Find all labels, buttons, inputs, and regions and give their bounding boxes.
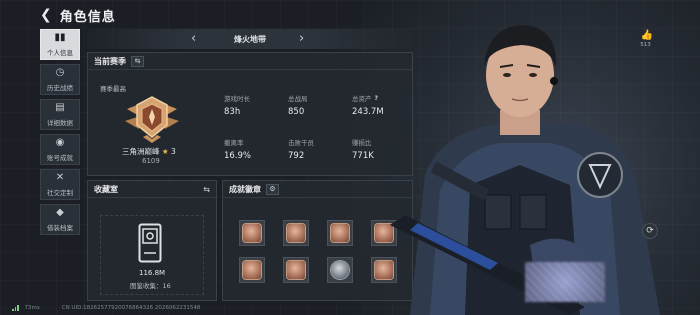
nav-item-history[interactable]: ◷ 历史战绩 xyxy=(40,64,80,95)
stat-label: 撤离率 xyxy=(224,139,244,147)
shield-icon: ◆ xyxy=(56,207,64,218)
uid-text: CN UID:18262577920076864326 202606223154… xyxy=(61,305,201,311)
badge-icon xyxy=(331,224,349,242)
stat-value: 792 xyxy=(288,151,305,161)
back-arrow-icon[interactable]: ❮ xyxy=(40,7,52,23)
badge-icon xyxy=(331,261,349,279)
operator-character xyxy=(390,25,660,315)
nav-item-label: 社交定制 xyxy=(47,189,73,197)
stat-value: 83h xyxy=(224,107,241,117)
ping-value: 73ms xyxy=(24,305,40,311)
season-best-label: 赛季最高 xyxy=(100,85,126,93)
refresh-icon[interactable]: ⟳ xyxy=(642,223,658,239)
header: ❮ 角色信息 xyxy=(40,5,116,25)
achievement-badge[interactable] xyxy=(283,220,309,246)
medal-icon: ◉ xyxy=(55,137,65,148)
like-widget: 👍 513 xyxy=(640,30,654,48)
stat-label-text: 总资产 xyxy=(352,95,372,103)
collection-count: 图鉴收集：16 xyxy=(130,282,171,290)
badge-icon xyxy=(287,224,305,242)
chevron-left-icon[interactable]: ‹ xyxy=(191,31,196,46)
nav-item-label: 借装档案 xyxy=(47,224,73,232)
nav-item-achievements[interactable]: ◉ 账号成就 xyxy=(40,134,80,165)
star-icon: ★ xyxy=(161,147,169,156)
tools-icon: ✕ xyxy=(55,172,65,183)
badge-icon xyxy=(243,261,261,279)
mode-title: 烽火地带 xyxy=(234,34,266,44)
collection-panel-header: 收藏室 ⇆ xyxy=(88,181,216,198)
rank-stars: 3 xyxy=(171,147,176,156)
stat-value: 16.9% xyxy=(224,151,252,161)
achievement-badge[interactable] xyxy=(239,220,265,246)
achievement-panel-title: 成就徽章 xyxy=(229,184,261,194)
season-selector: ‹ 烽火地带 › xyxy=(87,29,413,49)
gear-icon[interactable]: ⚙ xyxy=(266,183,279,195)
safe-icon xyxy=(138,223,162,263)
stat-label: 击败干员 xyxy=(288,139,314,147)
achievement-badge[interactable] xyxy=(327,257,353,283)
season-panel-title: 当前赛季 xyxy=(94,56,126,66)
history-icon: ◷ xyxy=(55,67,65,78)
page-title: 角色信息 xyxy=(59,9,116,25)
nav-item-detail-data[interactable]: ▤ 详细数据 xyxy=(40,99,80,130)
nav-item-loan-archive[interactable]: ◆ 借装档案 xyxy=(40,204,80,235)
stat-value: 850 xyxy=(288,107,305,117)
rank-name-text: 三角洲巅峰 xyxy=(122,147,160,156)
rank-score: 6109 xyxy=(142,157,160,165)
stat-operators-defeated: 击败干员 792 xyxy=(288,137,314,161)
swap-icon[interactable]: ⇆ xyxy=(131,55,144,67)
nav-item-label: 账号成就 xyxy=(47,154,73,162)
like-count: 513 xyxy=(640,42,651,48)
side-nav: ▮▮ 个人信息 ◷ 历史战绩 ▤ 详细数据 ◉ 账号成就 ✕ 社交定制 ◆ 借装… xyxy=(40,29,80,239)
chevron-right-icon[interactable]: › xyxy=(299,31,304,46)
nav-item-personal-info[interactable]: ▮▮ 个人信息 xyxy=(40,29,80,60)
nav-item-social[interactable]: ✕ 社交定制 xyxy=(40,169,80,200)
season-panel-header: 当前赛季 ⇆ xyxy=(88,53,412,70)
rank-emblem-icon xyxy=(125,96,179,143)
nav-item-label: 个人信息 xyxy=(47,49,73,57)
badge-icon xyxy=(287,261,305,279)
stat-label: 游戏时长 xyxy=(224,95,250,103)
stat-label: 总战局 xyxy=(288,95,308,103)
swap-icon[interactable]: ⇆ xyxy=(203,185,210,194)
bar-chart-icon: ▮▮ xyxy=(54,32,66,43)
thumbs-up-icon[interactable]: 👍 xyxy=(640,30,654,41)
footer: 73ms CN UID:18262577920076864326 2026062… xyxy=(12,305,200,311)
achievement-badge[interactable] xyxy=(239,257,265,283)
achievement-badge[interactable] xyxy=(283,257,309,283)
signal-icon xyxy=(12,305,19,311)
document-icon: ▤ xyxy=(55,102,65,113)
stat-total-matches: 总战局 850 xyxy=(288,93,308,117)
collection-panel-title: 收藏室 xyxy=(94,184,118,194)
achievement-badge[interactable] xyxy=(327,220,353,246)
rank-name: 三角洲巅峰 ★ 3 xyxy=(122,146,176,157)
stat-extract-rate: 撤离率 16.9% xyxy=(224,137,251,161)
nav-item-label: 详细数据 xyxy=(47,119,73,127)
nav-item-label: 历史战绩 xyxy=(47,84,73,92)
mosaic-blur xyxy=(525,262,605,302)
collection-value: 116.8M xyxy=(139,269,166,277)
stat-play-time: 游戏时长 83h xyxy=(224,93,250,117)
badge-icon xyxy=(243,224,261,242)
